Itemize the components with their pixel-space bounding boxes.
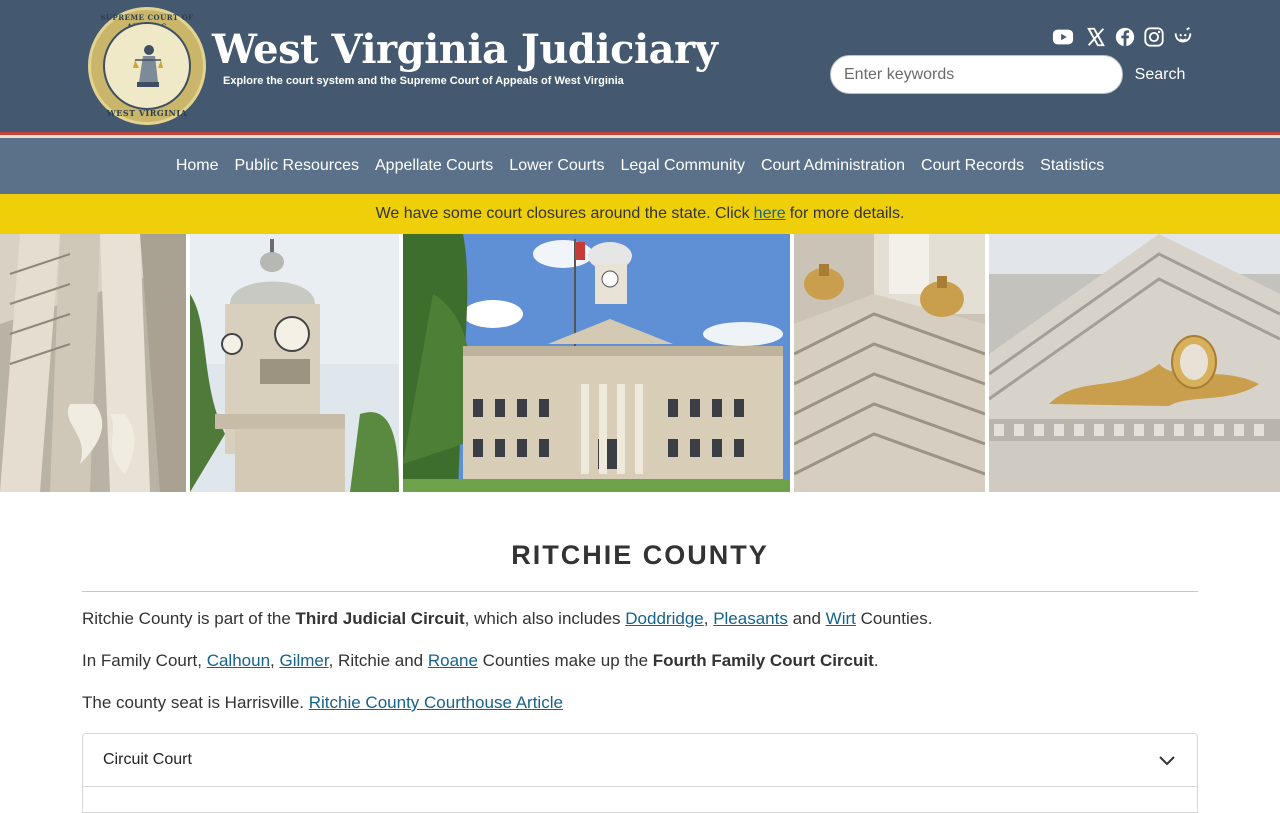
title-divider [82,591,1198,592]
text: Counties. [855,609,933,628]
alert-text-after: for more details. [789,205,905,222]
search-button[interactable]: Search [1128,60,1192,89]
alert-link[interactable]: here [754,205,786,223]
accordion: Circuit Court [82,733,1198,813]
text: , Ritchie and [328,651,428,670]
text: , [703,609,714,628]
hero-panel-pediment [989,234,1280,492]
supreme-court-seal-logo[interactable]: SUPREME COURT OF APPEALS WEST VIRGINIA [88,7,206,125]
link-doddridge[interactable]: Doddridge [625,609,703,628]
hero-image [0,234,1280,492]
text: and [787,609,826,628]
seal-center [103,22,191,110]
accordion-label: Circuit Court [103,751,192,768]
county-seat-paragraph: The county seat is Harrisville. Ritchie … [82,693,563,713]
alert-banner: We have some court closures around the s… [0,194,1280,234]
facebook-icon[interactable] [1114,26,1136,48]
site-title[interactable]: West Virginia Judiciary [212,26,718,73]
hero-panel-clock-tower [190,234,399,492]
youtube-icon[interactable] [1052,26,1074,48]
link-calhoun[interactable]: Calhoun [207,651,270,670]
link-pleasants[interactable]: Pleasants [713,609,788,628]
x-icon[interactable] [1085,26,1107,48]
circuit-paragraph: Ritchie County is part of the Third Judi… [82,609,932,629]
smile-icon[interactable] [1172,26,1194,48]
link-courthouse-article[interactable]: Ritchie County Courthouse Article [309,693,563,712]
seal-text-bottom: WEST VIRGINIA [106,108,188,118]
text: Counties make up the [477,651,653,670]
instagram-icon[interactable] [1143,26,1165,48]
family-circuit-name: Fourth Family Court Circuit [652,651,874,670]
nav-item-home[interactable]: Home [168,157,227,175]
nav-item-public-resources[interactable]: Public Resources [227,157,368,175]
site-header: SUPREME COURT OF APPEALS WEST VIRGINIA W… [0,0,1280,132]
nav-item-appellate-courts[interactable]: Appellate Courts [367,157,501,175]
link-roane[interactable]: Roane [428,651,478,670]
text: . [873,651,879,670]
text: The county seat is Harrisville. [82,693,309,712]
hero-panel-cornice [794,234,985,492]
main-nav: Home Public Resources Appellate Courts L… [0,138,1280,194]
accordion-circuit-court[interactable]: Circuit Court [83,734,1197,787]
text: , which also includes [464,609,626,628]
nav-item-court-administration[interactable]: Court Administration [753,157,913,175]
nav-item-court-records[interactable]: Court Records [913,157,1032,175]
nav-item-legal-community[interactable]: Legal Community [612,157,753,175]
site-tagline: Explore the court system and the Supreme… [223,75,624,87]
page-title: RITCHIE COUNTY [511,540,769,570]
search-input[interactable] [830,55,1123,94]
chevron-down-icon [1159,756,1175,766]
hero-panel-courthouse [403,234,790,492]
text: Ritchie County is part of the [82,609,296,628]
link-wirt[interactable]: Wirt [826,609,856,628]
link-gilmer[interactable]: Gilmer [279,651,328,670]
nav-item-statistics[interactable]: Statistics [1032,157,1112,175]
family-court-paragraph: In Family Court, Calhoun, Gilmer, Ritchi… [82,651,879,671]
hero-panel-column [0,234,186,492]
text: In Family Court, [82,651,207,670]
nav-item-lower-courts[interactable]: Lower Courts [501,157,612,175]
circuit-name: Third Judicial Circuit [295,609,465,628]
lady-justice-icon [133,45,163,87]
alert-text-before: We have some court closures around the s… [375,205,750,222]
